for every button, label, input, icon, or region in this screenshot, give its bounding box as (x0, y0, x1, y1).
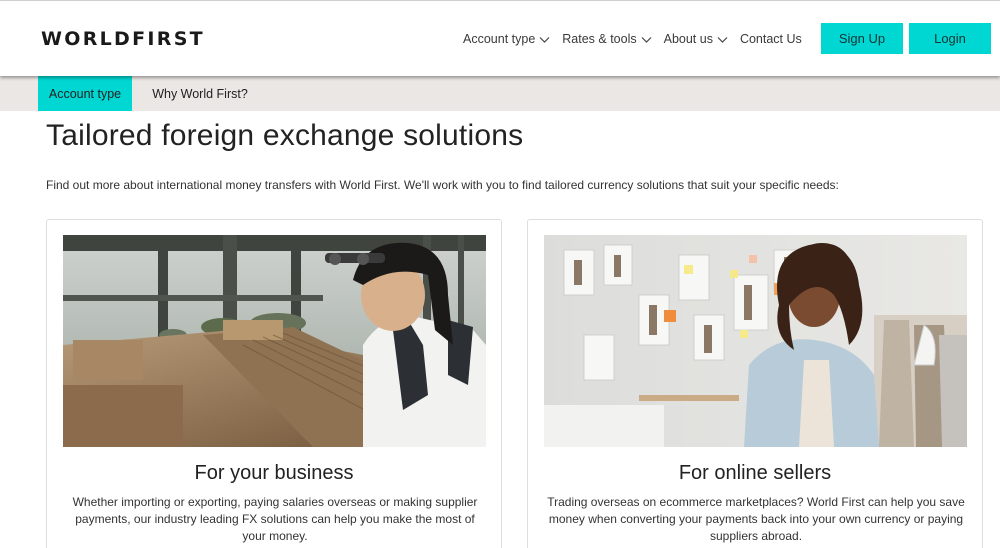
card-description: Trading overseas on ecommerce marketplac… (547, 495, 965, 543)
chevron-down-icon (539, 36, 550, 43)
business-card[interactable]: For your business Whether importing or e… (46, 219, 502, 548)
business-photo (63, 235, 486, 447)
nav-label: About us (663, 32, 713, 46)
login-button[interactable]: Login (909, 23, 991, 54)
card-description: Whether importing or exporting, paying s… (72, 495, 478, 543)
site-header: WORLDFIRST Account type Rates & tools Ab… (0, 0, 1000, 76)
page-title: Tailored foreign exchange solutions (46, 119, 524, 152)
nav-about-us[interactable]: About us (664, 32, 728, 46)
chevron-down-icon (641, 36, 652, 43)
nav-account-type[interactable]: Account type (463, 32, 550, 46)
nav-rates-tools[interactable]: Rates & tools (562, 32, 652, 46)
tab-account-type[interactable]: Account type (38, 76, 132, 111)
nav-label: Account type (463, 32, 536, 46)
worldfirst-logo[interactable]: WORLDFIRST (41, 28, 205, 50)
nav-label: Rates & tools (562, 32, 637, 46)
online-sellers-card[interactable]: For online sellers Trading overseas on e… (527, 219, 983, 548)
sub-nav: Account type Why World First? (0, 76, 1000, 111)
nav-contact-us[interactable]: Contact Us (740, 32, 802, 46)
main-nav: Account type Rates & tools About us Cont… (463, 32, 814, 46)
card-title: For online sellers (678, 462, 832, 484)
online-sellers-photo (544, 235, 967, 447)
sign-up-button[interactable]: Sign Up (821, 23, 903, 54)
intro-text: Find out more about international money … (46, 178, 839, 192)
card-title: For your business (194, 462, 354, 484)
chevron-down-icon (717, 36, 728, 43)
tab-why-world-first[interactable]: Why World First? (145, 76, 255, 111)
nav-label: Contact Us (739, 32, 802, 46)
